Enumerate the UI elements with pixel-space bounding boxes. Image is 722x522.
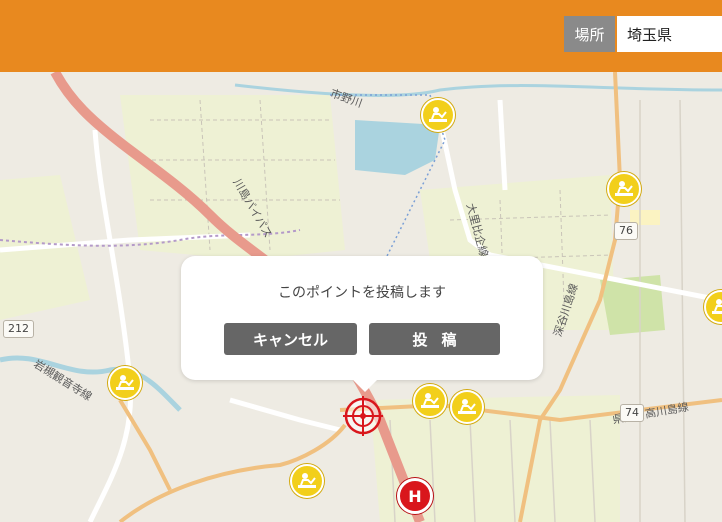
location-label: 場所 [564, 16, 615, 52]
post-marker-icon[interactable] [450, 390, 484, 424]
location-input[interactable] [617, 16, 722, 52]
post-marker-icon[interactable] [421, 98, 455, 132]
post-button[interactable]: 投稿 [369, 323, 500, 355]
popup-message: このポイントを投稿します [278, 285, 446, 301]
header-bar: 場所 [0, 0, 722, 72]
post-marker-icon[interactable] [108, 366, 142, 400]
road-shield: 212 [3, 320, 34, 338]
post-marker-icon[interactable] [607, 172, 641, 206]
post-marker-icon[interactable] [413, 384, 447, 418]
cancel-button[interactable]: キャンセル [224, 323, 357, 355]
crosshair-target-icon[interactable] [341, 394, 385, 438]
post-marker-icon[interactable] [290, 464, 324, 498]
road-shield: 76 [614, 222, 638, 240]
road-shield: 74 [620, 404, 644, 422]
post-confirm-popup: このポイントを投稿します キャンセル 投稿 [181, 256, 543, 392]
hospital-marker-icon[interactable]: H [397, 478, 433, 514]
